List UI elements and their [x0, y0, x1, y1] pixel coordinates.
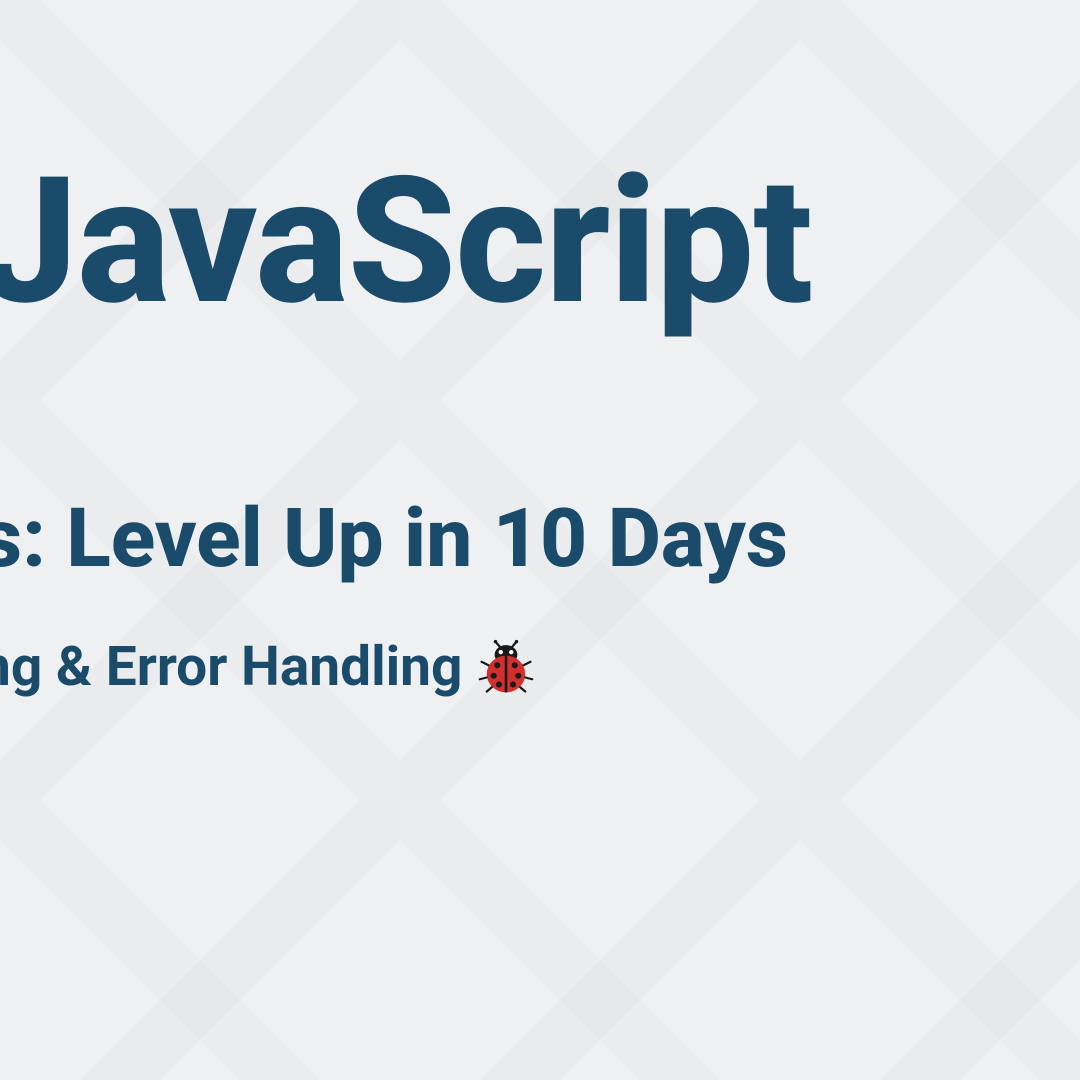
topic-text: ng & Error Handling [0, 634, 462, 700]
subtitle: s: Level Up in 10 Days [0, 494, 1080, 584]
topic-line: ng & Error Handling [0, 634, 1080, 700]
main-title: JavaScript [0, 150, 1080, 334]
content-area: JavaScript s: Level Up in 10 Days ng & E… [0, 0, 1080, 700]
ladybug-icon [478, 639, 534, 695]
